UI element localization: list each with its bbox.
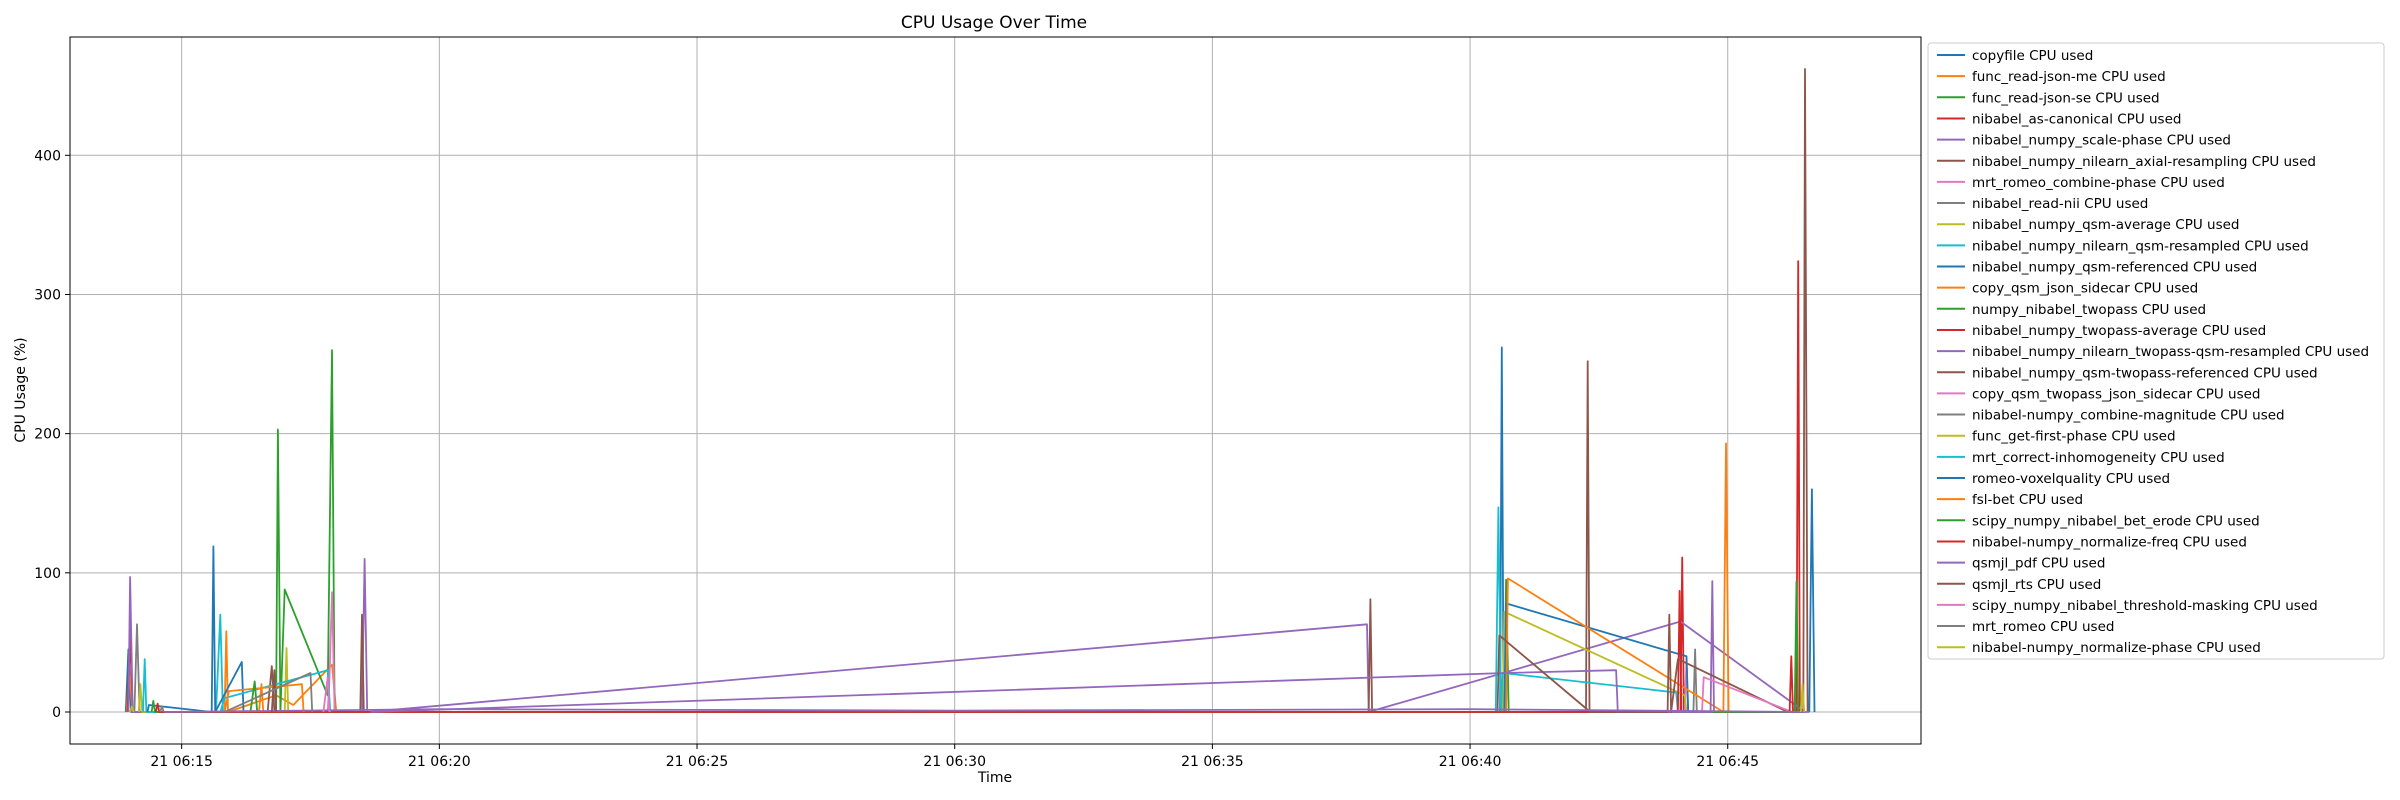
legend-label: nibabel_numpy_scale-phase CPU used xyxy=(1972,133,2231,149)
x-tick-label: 21 06:40 xyxy=(1439,754,1502,770)
legend-label: romeo-voxelquality CPU used xyxy=(1972,471,2170,487)
y-tick-label: 200 xyxy=(34,427,61,443)
cpu-usage-chart: CPU Usage Over Time 21 06:15 21 06:20 21 0… xyxy=(0,0,2400,800)
legend-label: nibabel_numpy_qsm-twopass-referenced CPU… xyxy=(1972,365,2318,381)
legend-label: func_read-json-me CPU used xyxy=(1972,69,2166,85)
legend-label: numpy_nibabel_twopass CPU used xyxy=(1972,302,2206,318)
y-tick-label: 100 xyxy=(34,566,61,582)
legend-label: qsmjl_pdf CPU used xyxy=(1972,556,2105,572)
legend-label: nibabel_numpy_nilearn_twopass-qsm-resamp… xyxy=(1972,344,2369,360)
legend-label: nibabel-numpy_normalize-freq CPU used xyxy=(1972,534,2247,550)
legend-label: nibabel_numpy_nilearn_axial-resampling C… xyxy=(1972,154,2316,170)
x-tick-label: 21 06:25 xyxy=(666,754,729,770)
x-axis-title: Time xyxy=(977,770,1012,786)
legend-label: nibabel_numpy_qsm-average CPU used xyxy=(1972,217,2239,233)
legend-label: nibabel_numpy_twopass-average CPU used xyxy=(1972,323,2266,339)
x-tick-label: 21 06:35 xyxy=(1181,754,1244,770)
x-tick-label: 21 06:30 xyxy=(923,754,986,770)
y-tick-label: 0 xyxy=(52,705,61,721)
y-tick-label: 400 xyxy=(34,148,61,164)
legend-label: nibabel-numpy_normalize-phase CPU used xyxy=(1972,640,2261,656)
legend-label: copy_qsm_json_sidecar CPU used xyxy=(1972,281,2198,297)
legend-label: nibabel_numpy_qsm-referenced CPU used xyxy=(1972,260,2257,276)
legend-label: func_read-json-se CPU used xyxy=(1972,90,2160,106)
legend-label: fsl-bet CPU used xyxy=(1972,492,2083,508)
legend-label: qsmjl_rts CPU used xyxy=(1972,577,2101,593)
x-tick-label: 21 06:15 xyxy=(150,754,213,770)
legend-label: mrt_romeo CPU used xyxy=(1972,619,2114,635)
legend-label: scipy_numpy_nibabel_threshold-masking CP… xyxy=(1972,598,2318,614)
legend-label: nibabel_as-canonical CPU used xyxy=(1972,111,2181,127)
legend-label: nibabel_read-nii CPU used xyxy=(1972,196,2148,212)
legend-label: nibabel_numpy_nilearn_qsm-resampled CPU … xyxy=(1972,238,2309,254)
legend-label: copy_qsm_twopass_json_sidecar CPU used xyxy=(1972,386,2261,402)
x-tick-label: 21 06:20 xyxy=(408,754,471,770)
legend-label: nibabel-numpy_combine-magnitude CPU used xyxy=(1972,408,2285,424)
chart-title: CPU Usage Over Time xyxy=(901,13,1087,33)
legend-label: mrt_romeo_combine-phase CPU used xyxy=(1972,175,2225,191)
y-axis-title: CPU Usage (%) xyxy=(13,337,29,442)
x-tick-label: 21 06:45 xyxy=(1696,754,1759,770)
legend-label: copyfile CPU used xyxy=(1972,48,2093,64)
legend-label: scipy_numpy_nibabel_bet_erode CPU used xyxy=(1972,513,2260,529)
legend-label: mrt_correct-inhomogeneity CPU used xyxy=(1972,450,2225,466)
legend: copyfile CPU used func_read-json-me CPU u… xyxy=(1927,42,2385,660)
legend-label: func_get-first-phase CPU used xyxy=(1972,429,2176,445)
y-tick-label: 300 xyxy=(34,287,61,303)
